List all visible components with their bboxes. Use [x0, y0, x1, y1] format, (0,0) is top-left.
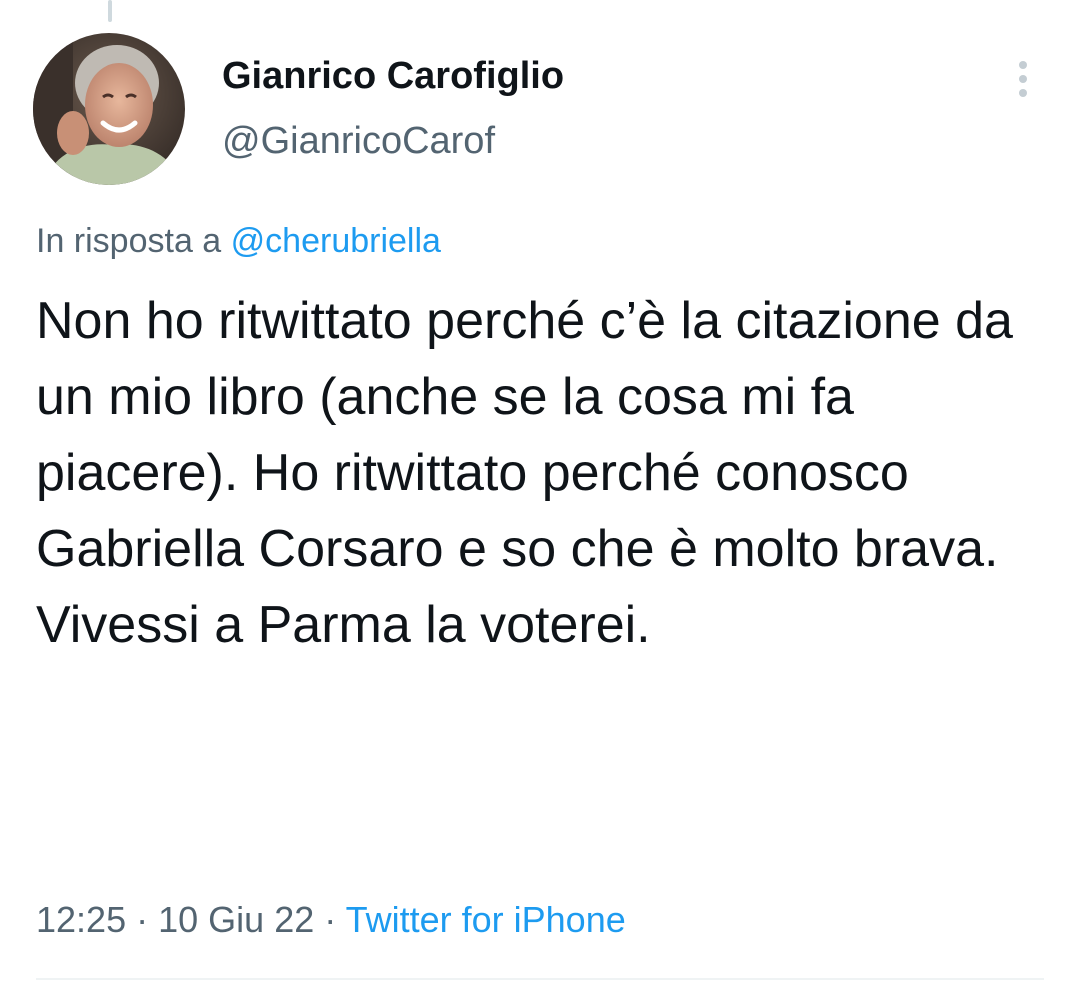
- meta-separator: ·: [136, 899, 149, 940]
- reply-context: In risposta a @cherubriella: [36, 219, 441, 263]
- avatar[interactable]: [33, 33, 185, 185]
- thread-connector-line: [108, 0, 112, 22]
- more-options-button[interactable]: [1000, 56, 1046, 102]
- tweet-time[interactable]: 12:25: [36, 899, 126, 940]
- avatar-photo: [33, 33, 185, 185]
- tweet-text: Non ho ritwittato perché c’è la citazion…: [36, 292, 1013, 654]
- tweet-source-link[interactable]: Twitter for iPhone: [346, 899, 626, 940]
- author-name[interactable]: Gianrico Carofiglio: [222, 54, 564, 98]
- tweet-meta: 12:25 · 10 Giu 22 · Twitter for iPhone: [36, 896, 626, 944]
- author-handle[interactable]: @GianricoCarof: [222, 119, 495, 163]
- tweet-date[interactable]: 10 Giu 22: [158, 899, 314, 940]
- divider: [36, 978, 1044, 980]
- more-vertical-icon: [1019, 61, 1027, 97]
- reply-prefix: In risposta a: [36, 222, 222, 260]
- meta-separator: ·: [324, 899, 337, 940]
- reply-mention-link[interactable]: @cherubriella: [231, 222, 441, 260]
